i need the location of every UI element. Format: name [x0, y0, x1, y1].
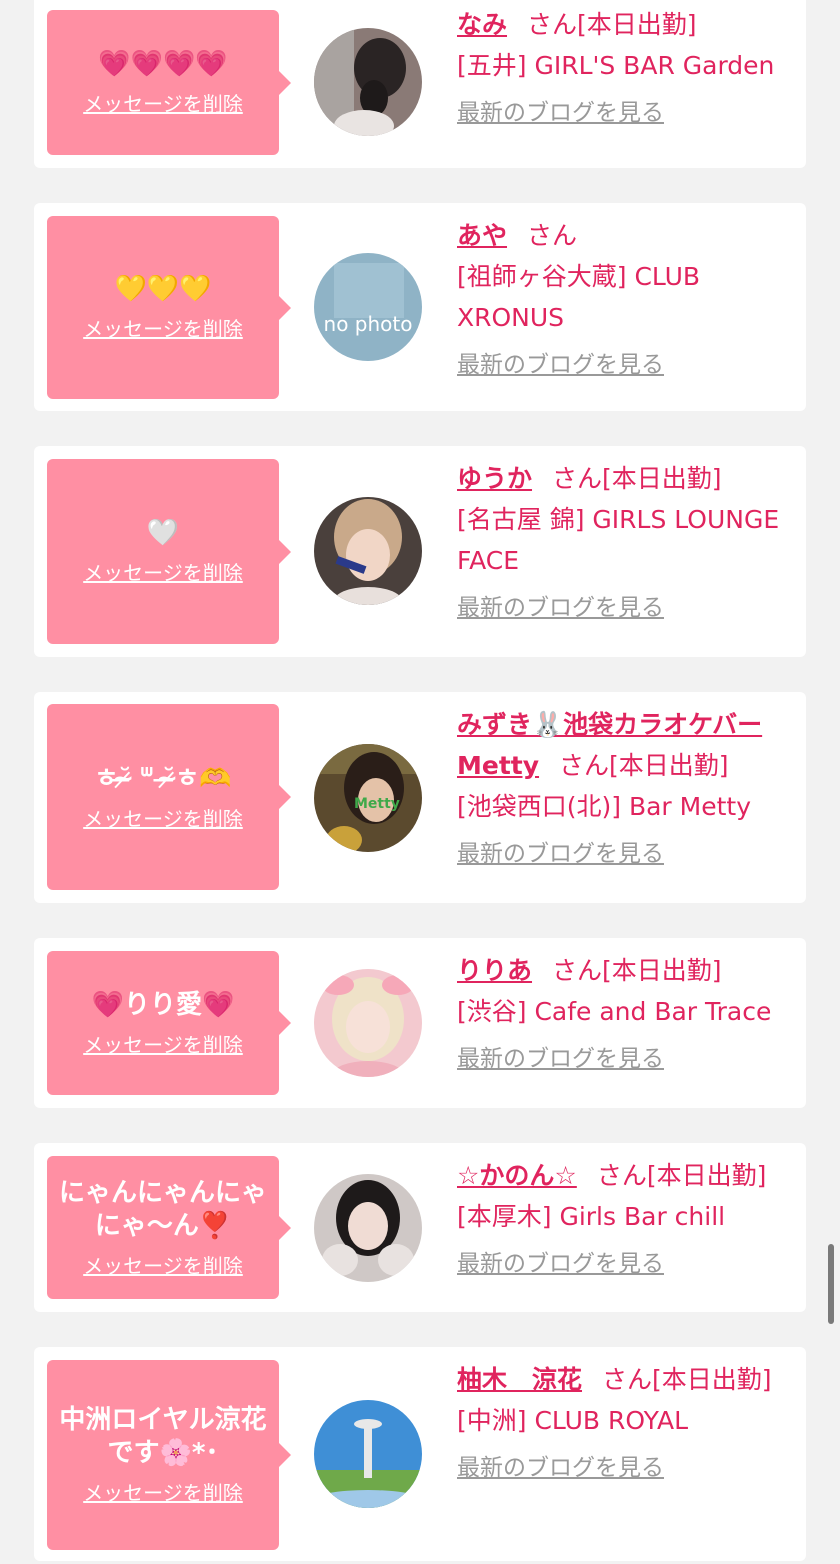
list-item: にゃんにゃんにゃにゃ〜ん❣️ メッセージを削除 ☆かのん☆ さん[本日出勤] [本…	[34, 1143, 806, 1312]
cast-name-link[interactable]: あや	[457, 221, 507, 250]
cast-name-link[interactable]: りりあ	[457, 956, 532, 985]
avatar[interactable]	[314, 1174, 422, 1282]
message-text: 中洲ロイヤル涼花です🌸*･	[59, 1405, 267, 1468]
message-text: 💗りり愛💗	[91, 989, 235, 1020]
status-text: [本日出勤]	[577, 10, 697, 39]
message-bubble: ㅎ˘̴̶̷ ᐜ ˘̴̶̷ㅎ🫶 メッセージを削除	[47, 704, 291, 890]
san-suffix: さん	[527, 10, 578, 39]
avatar[interactable]	[314, 969, 422, 1077]
san-suffix: さん	[552, 464, 603, 493]
san-suffix: さん	[596, 1161, 647, 1190]
message-bubble: 💗りり愛💗 メッセージを削除	[47, 951, 291, 1095]
san-suffix: さん	[552, 956, 603, 985]
list-item: 💛💛💛 メッセージを削除 no photo あや さん [祖師ヶ谷大蔵] CLUB…	[34, 203, 806, 411]
status-text: [本日出勤]	[652, 1365, 772, 1394]
avatar[interactable]	[314, 497, 422, 605]
list-item: 中洲ロイヤル涼花です🌸*･ メッセージを削除 柚木 涼花 さん[本日出勤] [中洲…	[34, 1347, 806, 1561]
cast-name-link[interactable]: なみ	[457, 10, 507, 39]
delete-message-link[interactable]: メッセージを削除	[83, 91, 243, 117]
status-text: [本日出勤]	[646, 1161, 767, 1190]
list-item: 💗りり愛💗 メッセージを削除 りりあ さん[本日出勤] [渋谷] Cafe and…	[34, 938, 806, 1108]
cast-info: ☆かのん☆ さん[本日出勤] [本厚木] Girls Bar chill 最新のブ…	[457, 1155, 797, 1283]
delete-message-link[interactable]: メッセージを削除	[83, 1480, 243, 1506]
avatar[interactable]	[314, 28, 422, 136]
latest-blog-link[interactable]: 最新のブログを見る	[457, 98, 664, 128]
avatar[interactable]: Metty	[314, 744, 422, 852]
avatar-placeholder-text: no photo	[324, 312, 413, 336]
cast-info: みずき🐰池袋カラオケバーMetty さん[本日出勤] [池袋西口(北)] Bar …	[457, 704, 797, 873]
shop-name: [祖師ヶ谷大蔵] CLUB XRONUS	[457, 262, 701, 332]
message-bubble: 🤍 メッセージを削除	[47, 459, 291, 644]
scrollbar[interactable]	[828, 1244, 834, 1324]
message-bubble: にゃんにゃんにゃにゃ〜ん❣️ メッセージを削除	[47, 1156, 291, 1299]
message-text: 💗💗💗💗	[98, 49, 228, 79]
status-text: [本日出勤]	[602, 464, 722, 493]
favorites-list: 💗💗💗💗 メッセージを削除 なみ さん[本日出勤] [五井] GIRL'S BAR…	[0, 0, 840, 1564]
delete-message-link[interactable]: メッセージを削除	[83, 560, 243, 586]
list-item: 💗💗💗💗 メッセージを削除 なみ さん[本日出勤] [五井] GIRL'S BAR…	[34, 0, 806, 168]
shop-name: [中洲] CLUB ROYAL	[457, 1406, 689, 1435]
message-text: にゃんにゃんにゃにゃ〜ん❣️	[58, 1177, 267, 1241]
latest-blog-link[interactable]: 最新のブログを見る	[457, 593, 664, 623]
shop-name: [五井] GIRL'S BAR Garden	[457, 51, 775, 80]
avatar[interactable]	[314, 1400, 422, 1508]
cast-info: 柚木 涼花 さん[本日出勤] [中洲] CLUB ROYAL 最新のブログを見る	[457, 1359, 797, 1487]
status-text: [本日出勤]	[609, 751, 729, 780]
avatar[interactable]: no photo	[314, 253, 422, 361]
shop-name: [名古屋 錦] GIRLS LOUNGE FACE	[457, 505, 780, 575]
san-suffix: さん	[602, 1365, 653, 1394]
message-text: 💛💛💛	[114, 274, 212, 304]
svg-text:Metty: Metty	[354, 796, 400, 812]
message-bubble: 💛💛💛 メッセージを削除	[47, 216, 291, 399]
delete-message-link[interactable]: メッセージを削除	[83, 1032, 243, 1058]
shop-name: [池袋西口(北)] Bar Metty	[457, 792, 752, 821]
latest-blog-link[interactable]: 最新のブログを見る	[457, 1044, 664, 1074]
latest-blog-link[interactable]: 最新のブログを見る	[457, 1453, 664, 1483]
shop-name: [渋谷] Cafe and Bar Trace	[457, 997, 772, 1026]
latest-blog-link[interactable]: 最新のブログを見る	[457, 839, 664, 869]
san-suffix: さん	[559, 751, 610, 780]
delete-message-link[interactable]: メッセージを削除	[83, 806, 243, 832]
message-text: ㅎ˘̴̶̷ ᐜ ˘̴̶̷ㅎ🫶	[94, 763, 232, 794]
san-suffix: さん	[527, 221, 578, 250]
delete-message-link[interactable]: メッセージを削除	[83, 1253, 243, 1279]
cast-info: あや さん [祖師ヶ谷大蔵] CLUB XRONUS 最新のブログを見る	[457, 215, 797, 384]
cast-name-link[interactable]: ゆうか	[457, 464, 532, 493]
cast-name-link[interactable]: 柚木 涼花	[457, 1365, 582, 1394]
list-item: ㅎ˘̴̶̷ ᐜ ˘̴̶̷ㅎ🫶 メッセージを削除 Metty みずき🐰池袋カラオケ…	[34, 692, 806, 903]
message-text: 🤍	[146, 518, 180, 548]
delete-message-link[interactable]: メッセージを削除	[83, 316, 243, 342]
cast-info: なみ さん[本日出勤] [五井] GIRL'S BAR Garden 最新のブログ…	[457, 4, 797, 132]
shop-name: [本厚木] Girls Bar chill	[457, 1202, 726, 1231]
message-bubble: 中洲ロイヤル涼花です🌸*･ メッセージを削除	[47, 1360, 291, 1550]
status-text: [本日出勤]	[602, 956, 722, 985]
latest-blog-link[interactable]: 最新のブログを見る	[457, 1249, 664, 1279]
latest-blog-link[interactable]: 最新のブログを見る	[457, 350, 664, 380]
cast-info: ゆうか さん[本日出勤] [名古屋 錦] GIRLS LOUNGE FACE 最新…	[457, 458, 797, 627]
list-item: 🤍 メッセージを削除 ゆうか さん[本日出勤] [名古屋 錦] GIRLS LOU…	[34, 446, 806, 657]
cast-info: りりあ さん[本日出勤] [渋谷] Cafe and Bar Trace 最新のブ…	[457, 950, 797, 1078]
message-bubble: 💗💗💗💗 メッセージを削除	[47, 10, 291, 155]
cast-name-link[interactable]: ☆かのん☆	[457, 1161, 577, 1190]
